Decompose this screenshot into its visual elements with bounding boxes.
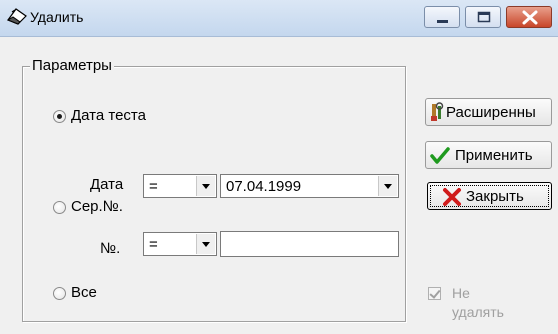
minimize-button[interactable] xyxy=(424,6,460,28)
radio-all[interactable] xyxy=(53,287,66,300)
no-delete-label-line1: Не xyxy=(452,285,470,301)
tools-icon xyxy=(431,102,444,121)
close-button-label: Закрыть xyxy=(466,188,524,205)
eraser-icon xyxy=(6,6,28,26)
minimize-icon xyxy=(437,20,448,23)
maximize-icon xyxy=(477,11,491,23)
no-delete-label-line2: удалять xyxy=(452,304,504,320)
parameters-group-label: Параметры xyxy=(30,57,114,74)
advanced-button[interactable]: Расширенны xyxy=(425,98,552,126)
date-label: Дата xyxy=(90,176,124,193)
apply-button-label: Применить xyxy=(455,147,533,164)
chevron-down-icon[interactable] xyxy=(196,234,215,254)
radio-serial-number[interactable] xyxy=(53,201,66,214)
advanced-button-label: Расширенны xyxy=(446,104,536,121)
chevron-down-icon[interactable] xyxy=(196,176,215,196)
no-delete-label: Не удалять xyxy=(452,284,504,322)
delete-dialog: Удалить Параметры Дата теста Дата = 07.0… xyxy=(0,0,558,334)
red-x-icon xyxy=(443,188,461,206)
window-title: Удалить xyxy=(30,9,84,25)
maximize-button[interactable] xyxy=(465,6,501,28)
radio-serial-number-label: Сер.№. xyxy=(71,198,123,215)
title-bar[interactable]: Удалить xyxy=(0,0,558,37)
radio-test-date-label: Дата теста xyxy=(71,107,146,124)
apply-button[interactable]: Применить xyxy=(425,141,552,169)
serial-operator-value: = xyxy=(149,236,158,253)
close-window-button[interactable] xyxy=(506,6,552,28)
radio-all-label: Все xyxy=(71,284,97,301)
serial-number-input[interactable] xyxy=(220,231,399,257)
no-delete-checkbox[interactable] xyxy=(428,287,441,300)
date-value: 07.04.1999 xyxy=(226,178,302,195)
checkmark-icon xyxy=(430,147,450,164)
date-value-select[interactable]: 07.04.1999 xyxy=(220,174,399,198)
date-operator-select[interactable]: = xyxy=(143,174,217,198)
serial-operator-select[interactable]: = xyxy=(143,232,217,256)
chevron-down-icon[interactable] xyxy=(378,176,397,196)
radio-test-date[interactable] xyxy=(53,110,66,123)
close-icon xyxy=(522,10,538,25)
close-button[interactable]: Закрыть xyxy=(427,182,552,210)
date-operator-value: = xyxy=(149,178,158,195)
serial-label: №. xyxy=(100,240,121,257)
